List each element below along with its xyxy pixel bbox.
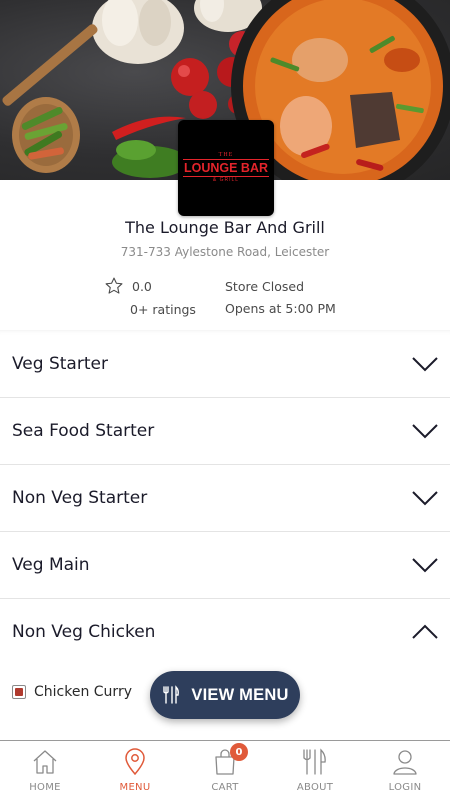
restaurant-address: 731-733 Aylestone Road, Leicester <box>120 245 330 259</box>
category-veg-main[interactable]: Veg Main <box>0 531 450 598</box>
store-hours: Opens at 5:00 PM <box>225 301 336 316</box>
category-veg-starter[interactable]: Veg Starter <box>0 330 450 397</box>
nav-label: HOME <box>29 782 61 793</box>
restaurant-name: The Lounge Bar And Grill <box>125 218 325 237</box>
user-icon <box>393 750 417 775</box>
chevron-down-icon[interactable] <box>412 557 438 573</box>
logo-text-the: THE <box>218 152 234 158</box>
logo-text-lounge-bar: LOUNGE BAR <box>182 159 270 177</box>
star-icon <box>105 277 123 294</box>
nav-menu[interactable]: MENU <box>90 741 180 800</box>
rating-count: 0+ ratings <box>130 302 196 317</box>
view-menu-label: VIEW MENU <box>191 685 289 704</box>
rating: 0.0 <box>104 276 152 296</box>
nav-label: CART <box>211 782 239 793</box>
nav-label: MENU <box>119 782 151 793</box>
nav-label: ABOUT <box>296 782 334 793</box>
menu-item-label: Chicken Curry <box>34 684 132 700</box>
nav-cart[interactable]: 0 CART <box>180 741 270 800</box>
category-label: Veg Starter <box>12 353 108 374</box>
store-status: Store Closed <box>225 279 304 294</box>
item-checkbox[interactable] <box>12 685 26 699</box>
menu-category-list: Veg Starter Sea Food Starter Non Veg Sta… <box>0 330 450 665</box>
category-sea-food-starter[interactable]: Sea Food Starter <box>0 397 450 464</box>
chevron-up-icon[interactable] <box>412 624 438 640</box>
nav-about[interactable]: ABOUT <box>270 741 360 800</box>
nav-label: LOGIN <box>388 782 422 793</box>
chevron-down-icon[interactable] <box>412 356 438 372</box>
cutlery-icon <box>303 748 326 775</box>
nav-home[interactable]: HOME <box>0 741 90 800</box>
nav-login[interactable]: LOGIN <box>360 741 450 800</box>
menu-item-chicken-curry[interactable]: Chicken Curry <box>12 684 132 700</box>
category-label: Sea Food Starter <box>12 421 155 441</box>
chevron-down-icon[interactable] <box>412 423 438 439</box>
bottom-navigation: HOME MENU 0 CART ABOUT LOGIN <box>0 740 450 800</box>
category-non-veg-starter[interactable]: Non Veg Starter <box>0 464 450 531</box>
location-pin-icon <box>125 748 145 776</box>
chevron-down-icon[interactable] <box>412 490 438 506</box>
restaurant-logo: THE LOUNGE BAR & GRILL <box>178 120 274 216</box>
category-label: Veg Main <box>12 555 90 575</box>
home-icon <box>33 750 57 774</box>
cart-count-badge: 0 <box>230 743 248 761</box>
view-menu-button[interactable]: VIEW MENU <box>150 671 300 719</box>
cutlery-icon <box>163 685 180 704</box>
category-label: Non Veg Chicken <box>12 622 156 642</box>
category-label: Non Veg Starter <box>12 488 148 508</box>
category-non-veg-chicken[interactable]: Non Veg Chicken <box>0 598 450 665</box>
rating-value: 0.0 <box>132 278 152 294</box>
logo-text-grill: & GRILL <box>212 177 240 183</box>
